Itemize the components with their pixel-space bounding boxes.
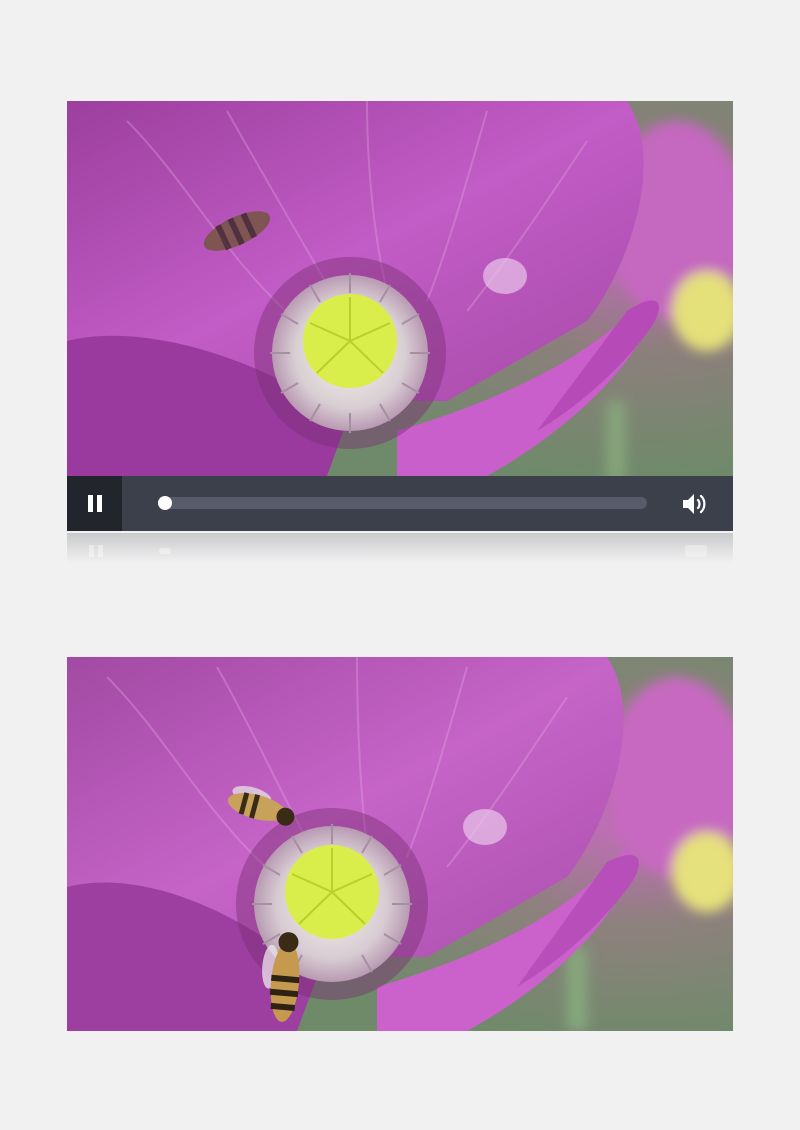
video-still-bottom <box>67 657 733 1031</box>
control-bar-reflection <box>67 533 733 563</box>
pause-icon <box>87 495 102 512</box>
volume-button[interactable] <box>681 491 709 517</box>
volume-icon <box>683 494 706 514</box>
progress-track[interactable] <box>158 496 647 510</box>
pause-button[interactable] <box>67 476 122 531</box>
video-still-top <box>67 101 733 476</box>
video-frame-top[interactable] <box>67 101 733 476</box>
progress-handle[interactable] <box>158 496 172 510</box>
video-controls <box>67 476 733 531</box>
video-frame-bottom[interactable] <box>67 657 733 1031</box>
